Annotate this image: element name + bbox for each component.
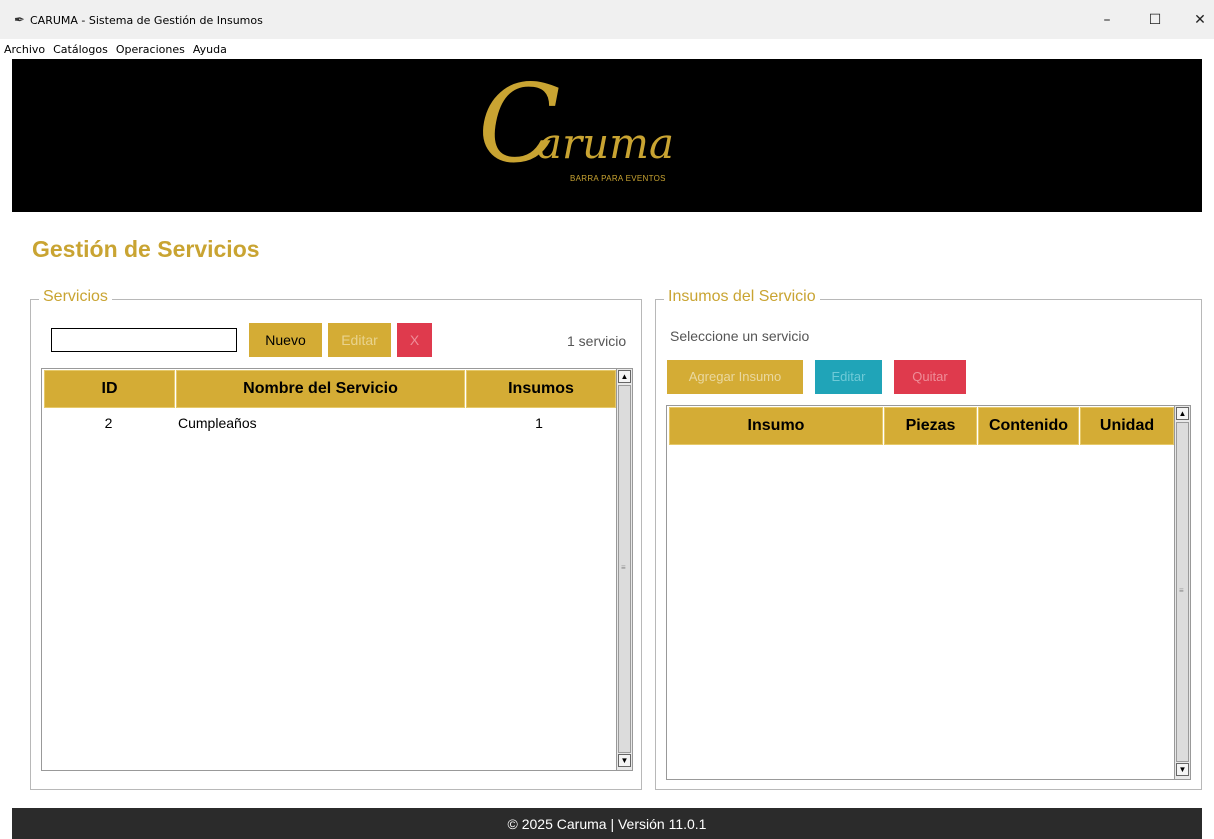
menu-bar: Archivo Catálogos Operaciones Ayuda <box>0 39 1214 59</box>
minimize-button[interactable]: – <box>1097 10 1117 30</box>
scroll-up-icon[interactable]: ▲ <box>1176 407 1189 420</box>
nuevo-button[interactable]: Nuevo <box>249 323 322 357</box>
menu-archivo[interactable]: Archivo <box>4 43 45 56</box>
row-id: 2 <box>104 415 113 431</box>
grip-icon: ≡ <box>1179 586 1184 595</box>
row-insumos: 1 <box>535 415 543 431</box>
editar-insumo-button[interactable]: Editar <box>815 360 882 394</box>
scroll-down-icon[interactable]: ▼ <box>618 754 631 767</box>
servicios-table: ID Nombre del Servicio Insumos 2 Cumplea… <box>41 368 633 771</box>
scroll-thumb[interactable]: ≡ <box>618 385 631 753</box>
servicios-count: 1 servicio <box>567 333 627 349</box>
agregar-insumo-button[interactable]: Agregar Insumo <box>667 360 803 394</box>
page-title: Gestión de Servicios <box>32 236 260 262</box>
column-header-insumo[interactable]: Insumo <box>669 407 883 445</box>
servicios-scrollbar[interactable]: ▲ ≡ ▼ <box>616 369 632 770</box>
insumos-table: Insumo Piezas Contenido Unidad ▲ ≡ ▼ <box>666 405 1191 780</box>
servicios-legend: Servicios <box>39 288 112 306</box>
column-header-id[interactable]: ID <box>44 370 175 408</box>
feather-icon: ✒ <box>14 12 25 27</box>
close-button[interactable]: ✕ <box>1190 10 1210 30</box>
quitar-insumo-button[interactable]: Quitar <box>894 360 966 394</box>
column-header-nombre[interactable]: Nombre del Servicio <box>176 370 465 408</box>
insumos-legend: Insumos del Servicio <box>664 288 820 306</box>
menu-ayuda[interactable]: Ayuda <box>193 43 227 56</box>
window-title-bar: ✒ CARUMA - Sistema de Gestión de Insumos… <box>0 0 1214 39</box>
window-title: CARUMA - Sistema de Gestión de Insumos <box>30 14 263 27</box>
scroll-up-icon[interactable]: ▲ <box>618 370 631 383</box>
search-input[interactable] <box>51 328 237 352</box>
scroll-thumb[interactable]: ≡ <box>1176 422 1189 762</box>
row-nombre: Cumpleaños <box>178 415 257 431</box>
column-header-contenido[interactable]: Contenido <box>978 407 1079 445</box>
editar-servicio-button[interactable]: Editar <box>328 323 391 357</box>
footer: © 2025 Caruma | Versión 11.0.1 <box>12 808 1202 839</box>
column-header-insumos[interactable]: Insumos <box>466 370 616 408</box>
table-row[interactable]: 2 Cumpleaños 1 <box>42 412 614 434</box>
logo-wordmark: aruma <box>537 119 675 168</box>
delete-servicio-button[interactable]: X <box>397 323 432 357</box>
grip-icon: ≡ <box>621 563 626 572</box>
header-banner: C aruma BARRA PARA EVENTOS <box>12 59 1202 212</box>
servicios-table-header: ID Nombre del Servicio Insumos <box>42 369 617 409</box>
logo-tagline: BARRA PARA EVENTOS <box>570 174 666 183</box>
insumos-table-header: Insumo Piezas Contenido Unidad <box>667 406 1175 446</box>
maximize-button[interactable]: ☐ <box>1145 10 1165 30</box>
column-header-unidad[interactable]: Unidad <box>1080 407 1174 445</box>
footer-text: © 2025 Caruma | Versión 11.0.1 <box>507 815 707 832</box>
insumos-scrollbar[interactable]: ▲ ≡ ▼ <box>1174 406 1190 779</box>
column-header-piezas[interactable]: Piezas <box>884 407 977 445</box>
menu-operaciones[interactable]: Operaciones <box>116 43 185 56</box>
scroll-down-icon[interactable]: ▼ <box>1176 763 1189 776</box>
menu-catalogos[interactable]: Catálogos <box>53 43 108 56</box>
select-servicio-hint: Seleccione un servicio <box>670 328 810 344</box>
